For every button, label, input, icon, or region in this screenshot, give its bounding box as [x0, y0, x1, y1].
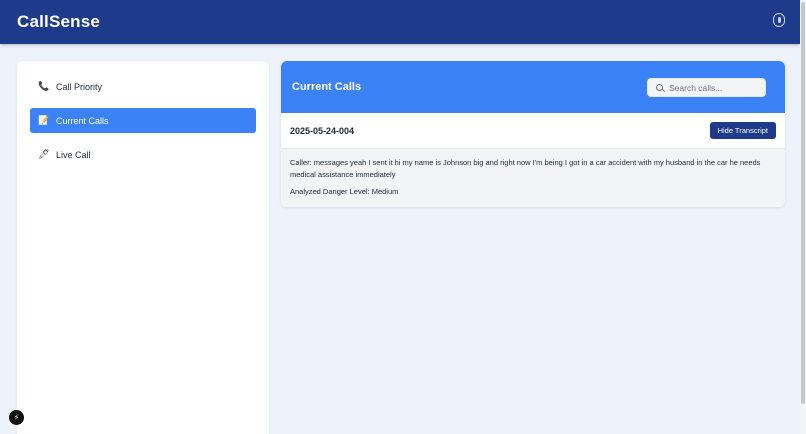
- scrollbar[interactable]: [800, 0, 806, 434]
- hide-transcript-button[interactable]: Hide Transcript: [709, 122, 776, 139]
- current-calls-panel: Current Calls 2025-05-24-004 Hide Transc…: [281, 61, 785, 207]
- call-id: 2025-05-24-004: [290, 125, 355, 136]
- sidebar: 📞 Call Priority 📝 Current Calls 🖊 Live C…: [17, 61, 269, 434]
- transcript-panel: Caller: messages yeah I sent it hi my na…: [281, 149, 785, 207]
- search-input[interactable]: [669, 82, 759, 93]
- app-title: CallSense: [17, 12, 101, 31]
- microphone-icon[interactable]: [773, 13, 785, 27]
- danger-level: Analyzed Danger Level: Medium: [290, 187, 399, 196]
- search-icon: [655, 83, 665, 93]
- scrollbar-thumb[interactable]: [801, 2, 805, 404]
- panel-header: Current Calls: [281, 61, 785, 113]
- sidebar-item-call-priority[interactable]: 📞 Call Priority: [30, 74, 256, 99]
- memo-icon: 📝: [38, 115, 50, 125]
- phone-icon: 📞: [38, 81, 50, 91]
- sidebar-item-label: Current Calls: [56, 115, 109, 126]
- sidebar-item-live-call[interactable]: 🖊 Live Call: [30, 142, 256, 167]
- sidebar-item-label: Live Call: [56, 149, 91, 160]
- sidebar-item-current-calls[interactable]: 📝 Current Calls: [30, 108, 256, 133]
- top-bar: CallSense: [0, 0, 800, 44]
- transcript-text: Caller: messages yeah I sent it hi my na…: [290, 158, 761, 179]
- pen-icon: 🖊: [38, 149, 50, 159]
- call-row: 2025-05-24-004 Hide Transcript: [281, 113, 785, 149]
- search-box[interactable]: [647, 78, 766, 97]
- page-title: Current Calls: [292, 81, 362, 93]
- sidebar-item-label: Call Priority: [56, 81, 103, 92]
- lightning-icon[interactable]: ⚡: [9, 410, 24, 425]
